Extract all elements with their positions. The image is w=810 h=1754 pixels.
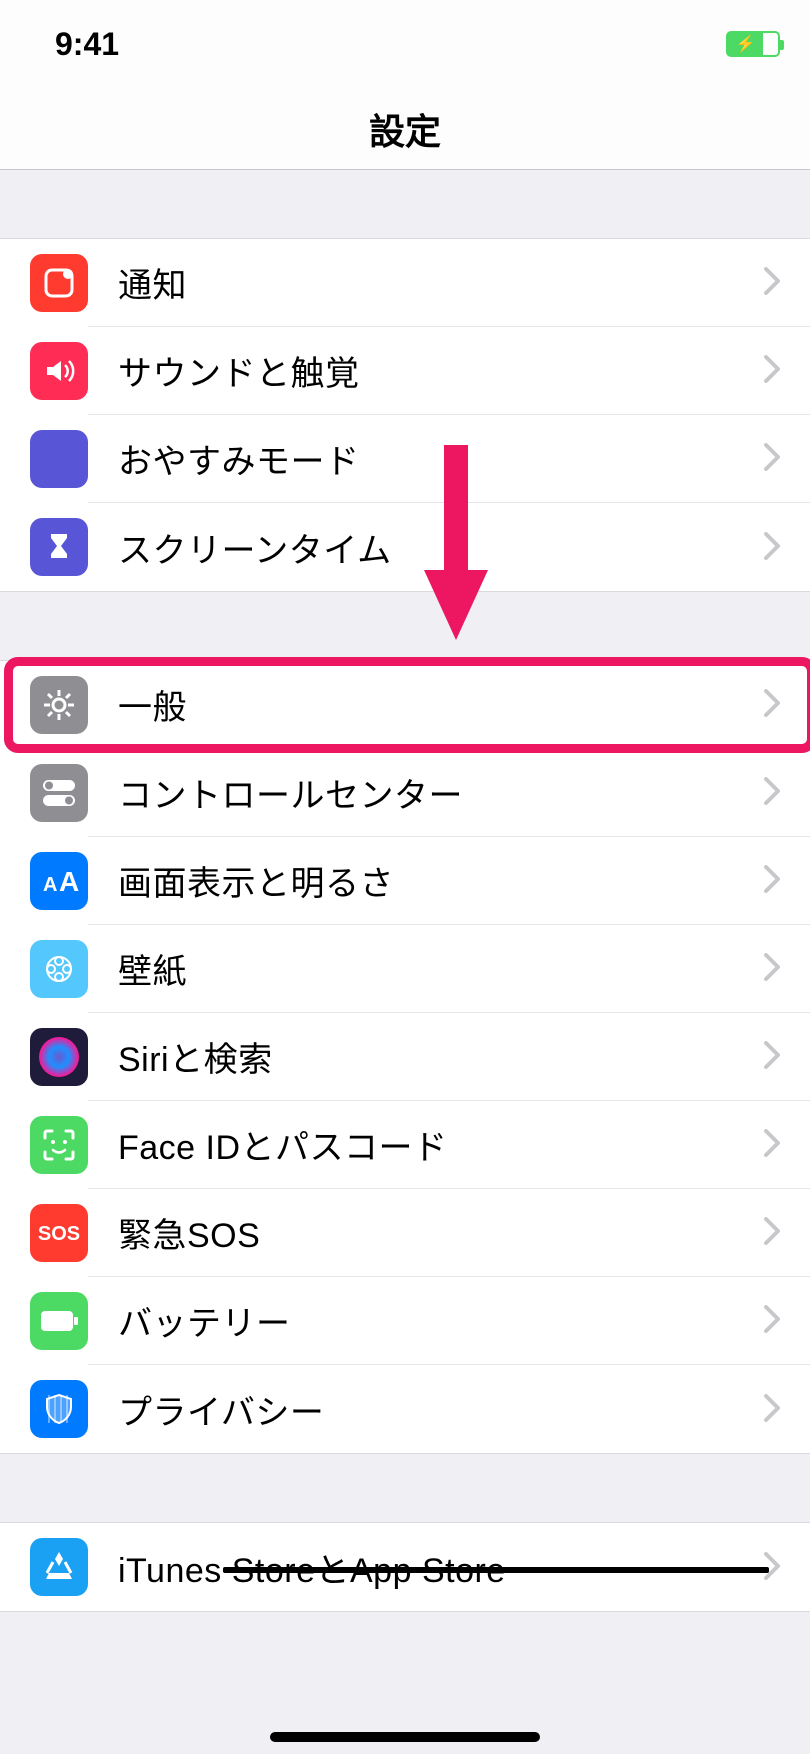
switches-icon	[30, 764, 88, 822]
settings-row-wallpaper[interactable]: 壁紙	[0, 925, 810, 1013]
chevron-right-icon	[764, 682, 780, 727]
hourglass-icon	[30, 518, 88, 576]
row-label: iTunes StoreとApp Store	[118, 1543, 764, 1592]
page-title: 設定	[369, 103, 441, 155]
settings-group-2: 一般コントロールセンター AA 画面表示と明るさ壁紙 Siriと検索 Face IDとパ…	[0, 660, 810, 1454]
settings-row-switches[interactable]: コントロールセンター	[0, 749, 810, 837]
group-spacer	[0, 170, 810, 238]
chevron-right-icon	[764, 525, 780, 570]
settings-row-sound[interactable]: サウンドと触覚	[0, 327, 810, 415]
settings-row-privacy[interactable]: プライバシー	[0, 1365, 810, 1453]
chevron-right-icon	[764, 1034, 780, 1079]
group-spacer	[0, 592, 810, 660]
chevron-right-icon	[764, 436, 780, 481]
settings-row-hourglass[interactable]: スクリーンタイム	[0, 503, 810, 591]
sound-icon	[30, 342, 88, 400]
settings-group-3: iTunes StoreとApp Store	[0, 1522, 810, 1612]
battery-icon	[30, 1292, 88, 1350]
settings-row-battery[interactable]: バッテリー	[0, 1277, 810, 1365]
row-label: スクリーンタイム	[118, 523, 764, 572]
row-label: サウンドと触覚	[118, 346, 764, 395]
nav-header: 設定	[0, 88, 810, 170]
settings-row-faceid[interactable]: Face IDとパスコード	[0, 1101, 810, 1189]
settings-row-notification[interactable]: 通知	[0, 239, 810, 327]
sos-icon: SOS	[30, 1204, 88, 1262]
settings-group-1: 通知サウンドと触覚おやすみモードスクリーンタイム	[0, 238, 810, 592]
home-indicator	[270, 1732, 540, 1742]
row-label: 壁紙	[118, 944, 764, 993]
gear-icon	[30, 676, 88, 734]
row-label: プライバシー	[118, 1385, 764, 1434]
siri-icon	[30, 1028, 88, 1086]
text-size-icon: AA	[30, 852, 88, 910]
row-label: コントロールセンター	[118, 768, 764, 817]
row-label: Face IDとパスコード	[118, 1120, 764, 1169]
row-label: おやすみモード	[118, 434, 764, 483]
settings-row-appstore[interactable]: iTunes StoreとApp Store	[0, 1523, 810, 1611]
wallpaper-icon	[30, 940, 88, 998]
row-label: 一般	[118, 680, 764, 729]
chevron-right-icon	[764, 1387, 780, 1432]
privacy-icon	[30, 1380, 88, 1438]
chevron-right-icon	[764, 1298, 780, 1343]
chevron-right-icon	[764, 1122, 780, 1167]
notification-icon	[30, 254, 88, 312]
row-label: 通知	[118, 258, 764, 307]
svg-text:A: A	[59, 866, 79, 897]
row-label: Siriと検索	[118, 1032, 764, 1081]
moon-icon	[30, 430, 88, 488]
svg-text:A: A	[43, 874, 57, 896]
status-time: 9:41	[55, 26, 119, 63]
chevron-right-icon	[764, 946, 780, 991]
settings-row-moon[interactable]: おやすみモード	[0, 415, 810, 503]
settings-row-text-size[interactable]: AA 画面表示と明るさ	[0, 837, 810, 925]
group-spacer	[0, 1454, 810, 1522]
settings-row-gear[interactable]: 一般	[0, 661, 810, 749]
faceid-icon	[30, 1116, 88, 1174]
chevron-right-icon	[764, 1210, 780, 1255]
chevron-right-icon	[764, 348, 780, 393]
svg-text:SOS: SOS	[38, 1223, 80, 1245]
chevron-right-icon	[764, 858, 780, 903]
settings-row-sos[interactable]: SOS 緊急SOS	[0, 1189, 810, 1277]
chevron-right-icon	[764, 260, 780, 305]
settings-row-siri[interactable]: Siriと検索	[0, 1013, 810, 1101]
row-label: 緊急SOS	[118, 1208, 764, 1257]
appstore-icon	[30, 1538, 88, 1596]
status-bar: 9:41 ⚡	[0, 0, 810, 88]
row-label: バッテリー	[118, 1296, 764, 1345]
chevron-right-icon	[764, 770, 780, 815]
row-label: 画面表示と明るさ	[118, 856, 764, 905]
battery-icon: ⚡	[726, 31, 780, 57]
